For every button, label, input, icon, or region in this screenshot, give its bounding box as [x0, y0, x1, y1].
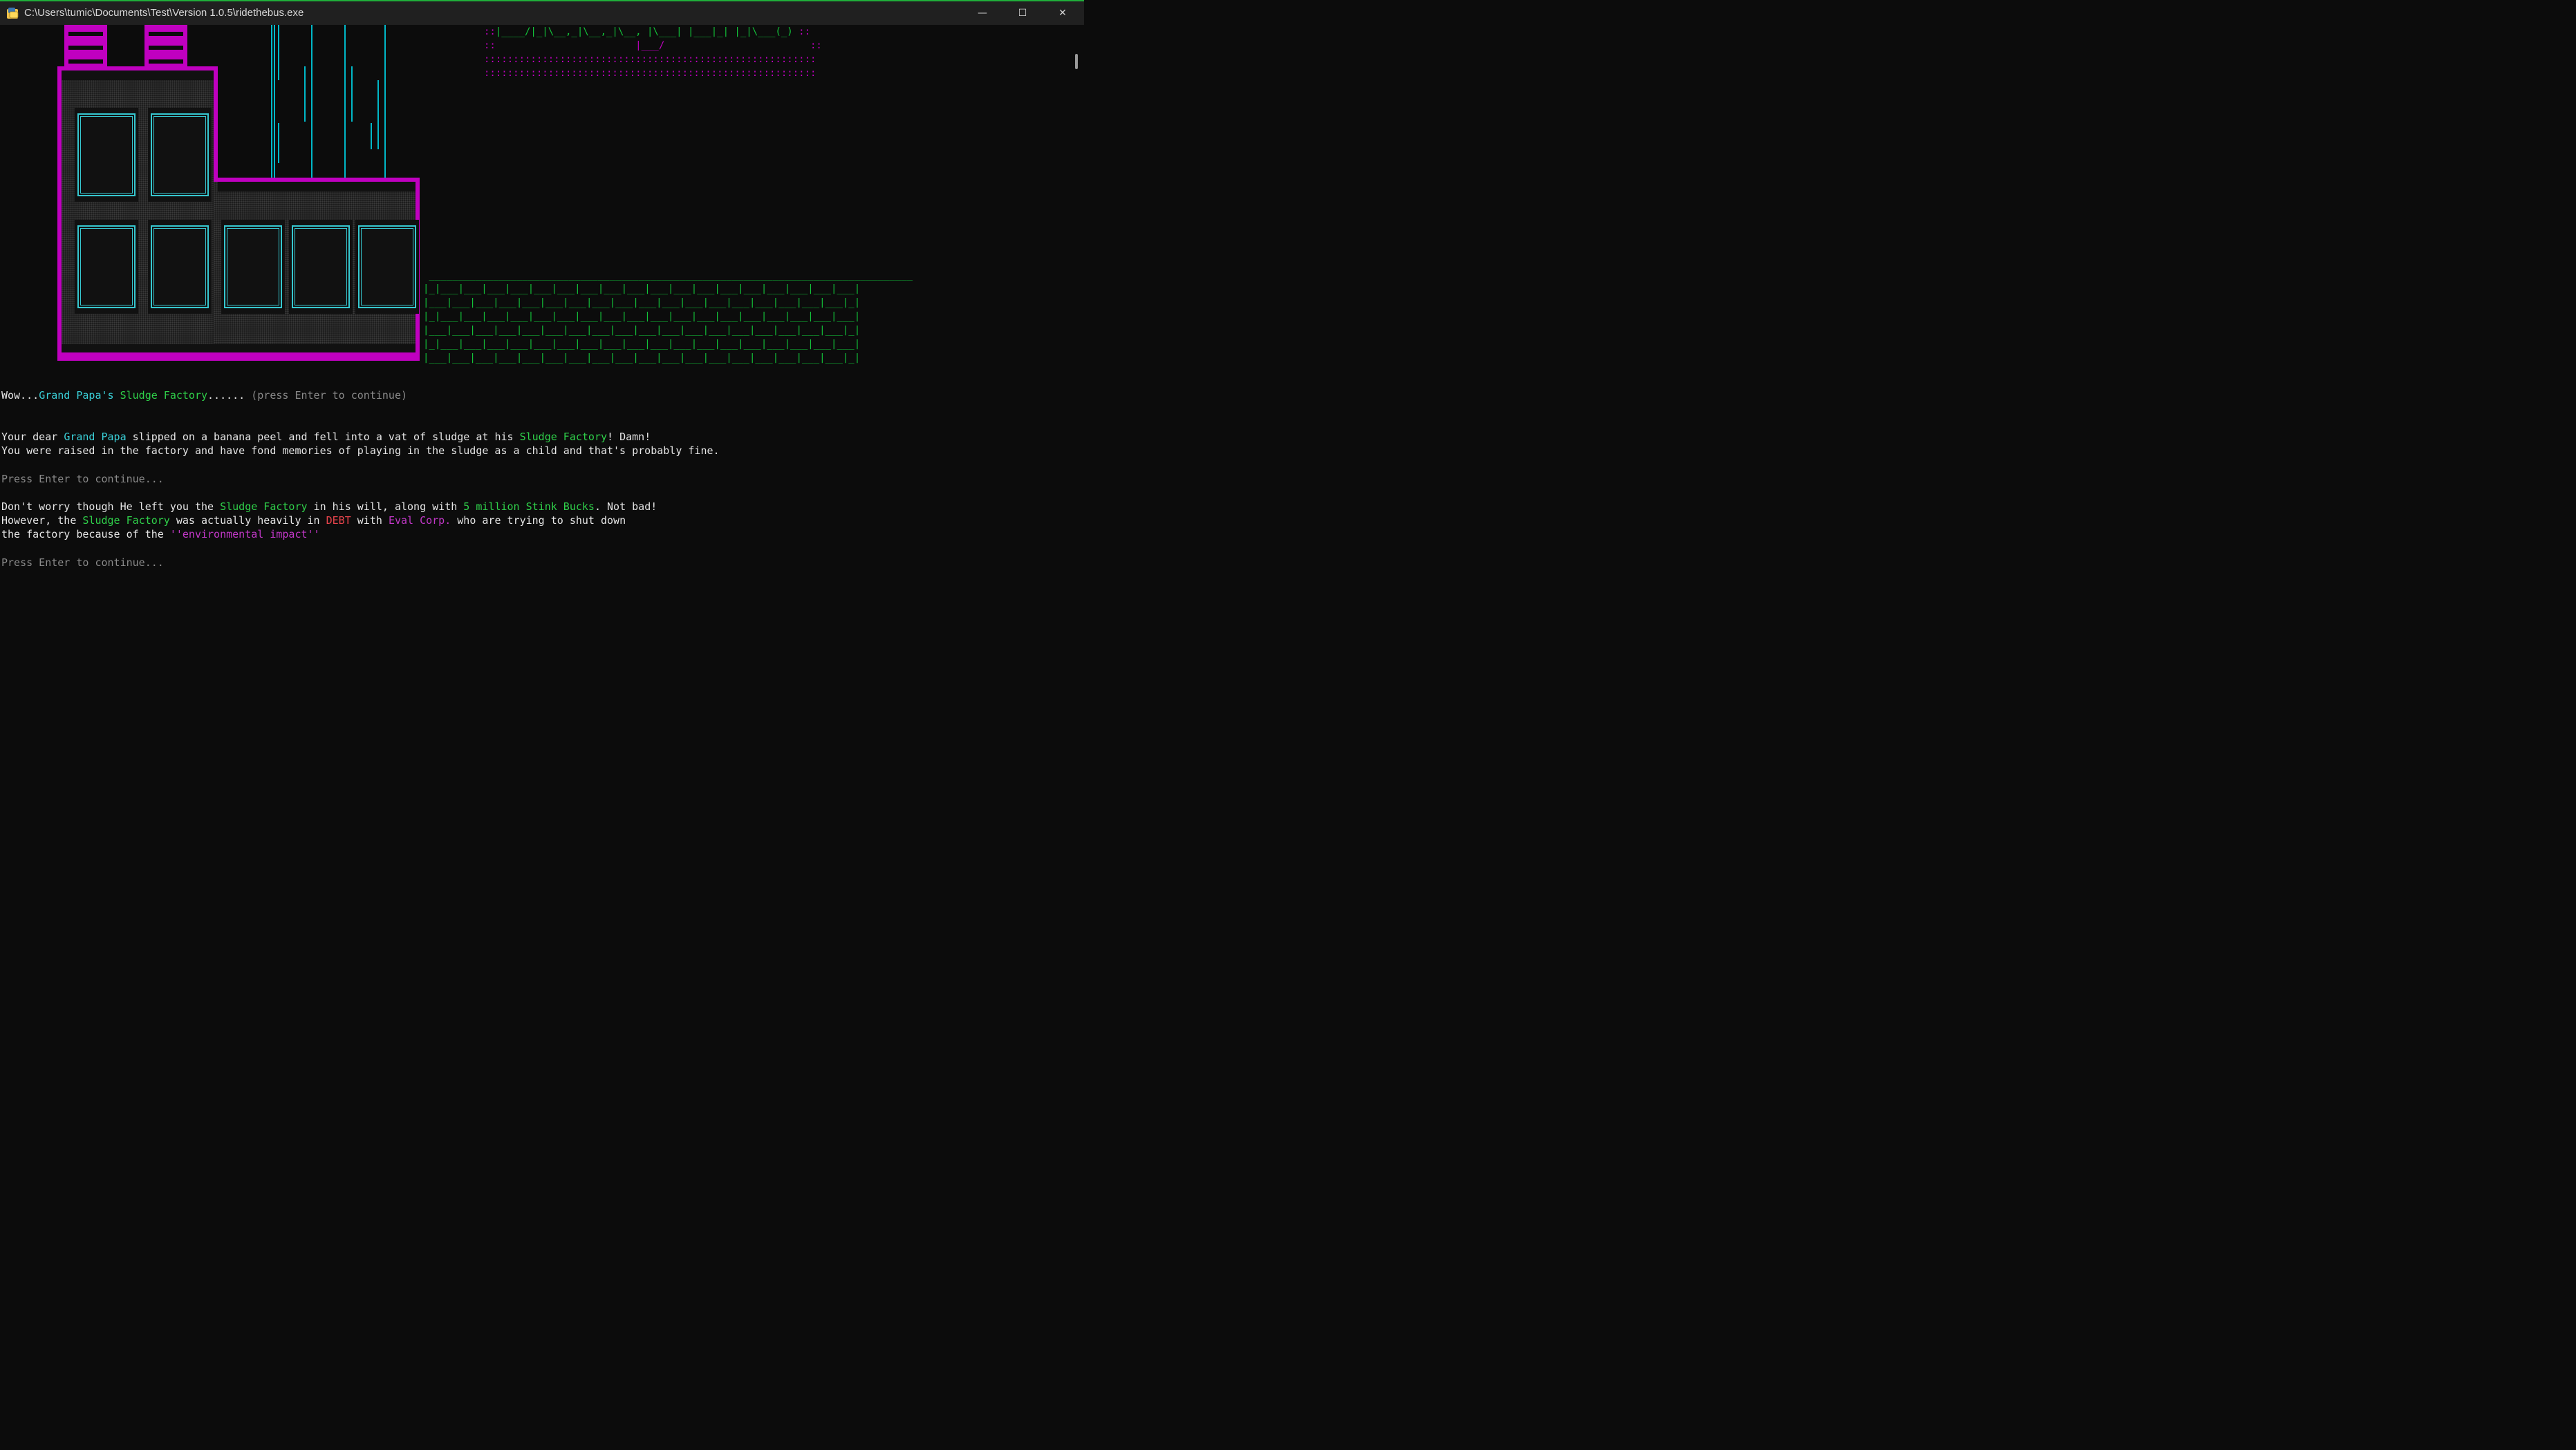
vertical-scrollbar[interactable]	[1070, 25, 1084, 610]
minimize-button[interactable]: —	[962, 1, 1002, 25]
story-paragraph-2: Don't worry though He left you the Sludg…	[1, 500, 657, 540]
title-banner: ::|____/|_|\__,_|\__,_|\__, |\___| |___|…	[484, 26, 822, 79]
factory-window	[75, 220, 138, 314]
console-output[interactable]: ::|____/|_|\__,_|\__,_|\__, |\___| |___|…	[0, 25, 1070, 610]
scrollbar-thumb[interactable]	[1075, 54, 1078, 69]
python-app-icon	[7, 8, 19, 19]
intro-line: Wow...Grand Papa's Sludge Factory...... …	[1, 389, 408, 402]
chimney-left	[64, 25, 107, 66]
factory-base	[57, 352, 420, 361]
title-bar[interactable]: C:\Users\tumic\Documents\Test\Version 1.…	[0, 0, 1084, 25]
window-title: C:\Users\tumic\Documents\Test\Version 1.…	[24, 7, 304, 19]
factory-window	[355, 220, 419, 314]
factory-window	[289, 220, 353, 314]
sludge-stream	[271, 25, 272, 178]
factory-window	[75, 108, 138, 202]
maximize-button[interactable]: ☐	[1002, 1, 1043, 25]
story-paragraph-1: Your dear Grand Papa slipped on a banana…	[1, 431, 720, 457]
continue-prompt: Press Enter to continue...	[1, 473, 164, 485]
factory-window	[148, 108, 212, 202]
factory-window	[148, 220, 212, 314]
continue-prompt: Press Enter to continue...	[1, 556, 164, 569]
chimney-right	[144, 25, 187, 66]
brick-wall: ________________________________________…	[423, 270, 913, 364]
factory-window	[221, 220, 285, 314]
close-button[interactable]: ✕	[1043, 1, 1083, 25]
